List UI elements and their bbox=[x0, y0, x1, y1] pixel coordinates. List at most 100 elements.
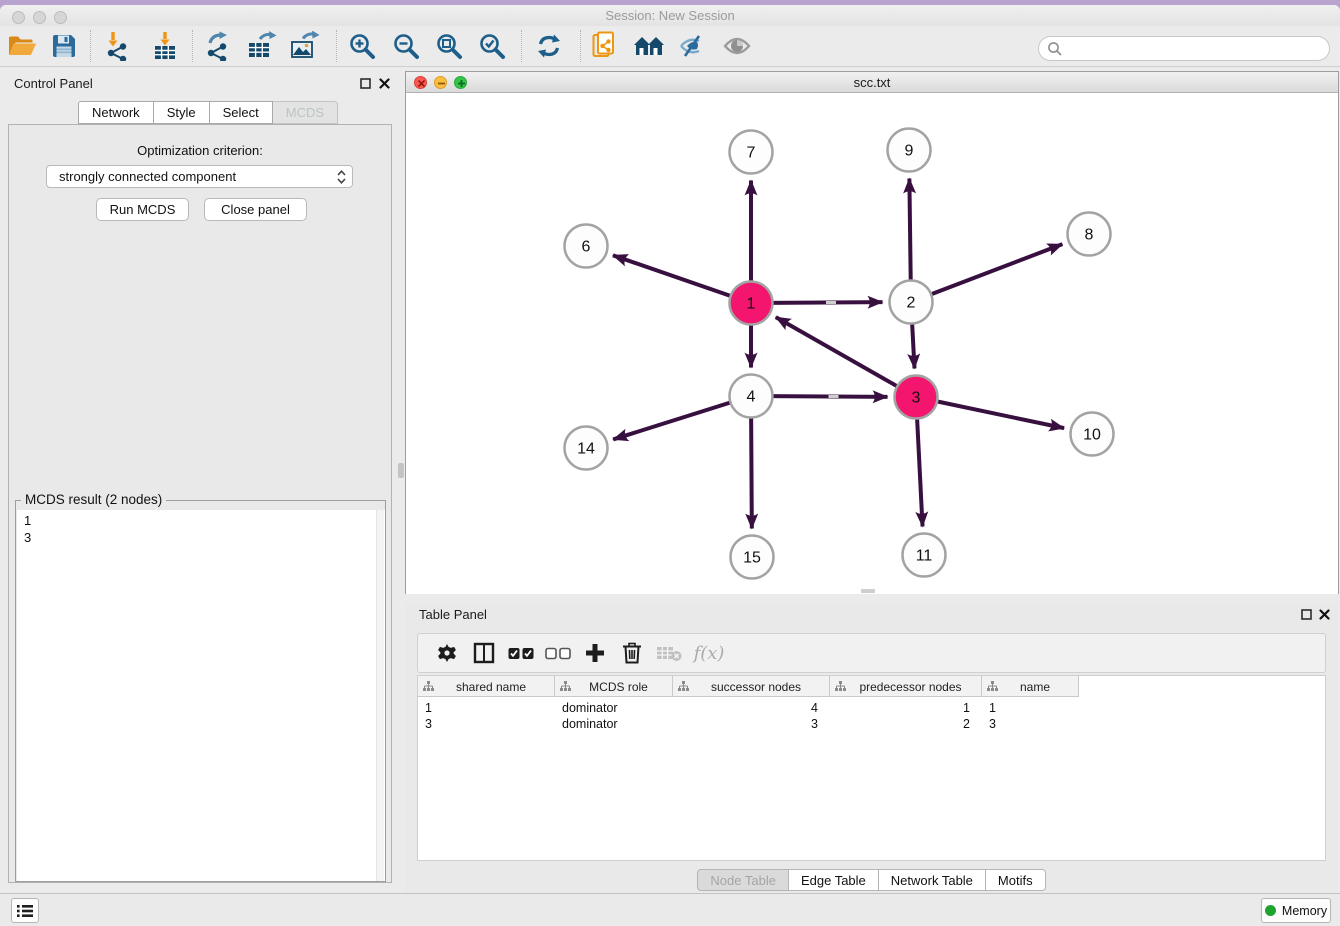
table-cell[interactable]: 1 bbox=[830, 700, 982, 716]
node-label-14: 14 bbox=[577, 441, 595, 458]
edge-2-3[interactable] bbox=[912, 321, 914, 368]
tab-select[interactable]: Select bbox=[210, 101, 273, 124]
table-cell[interactable]: 3 bbox=[982, 716, 1079, 732]
edge-3-11[interactable] bbox=[917, 416, 923, 526]
app-titlebar: Session: New Session bbox=[0, 5, 1340, 26]
close-table-panel-icon[interactable] bbox=[1316, 606, 1332, 622]
column-header-MCDS-role[interactable]: MCDS role bbox=[555, 676, 673, 697]
app-title: Session: New Session bbox=[0, 8, 1340, 23]
node-label-8: 8 bbox=[1085, 227, 1094, 244]
canvas-scroll-thumb[interactable] bbox=[861, 589, 875, 593]
export-network-icon[interactable] bbox=[199, 28, 237, 64]
export-image-icon[interactable] bbox=[286, 28, 324, 64]
edge-3-1[interactable] bbox=[776, 317, 899, 387]
close-panel-icon[interactable] bbox=[376, 75, 392, 91]
table-cell[interactable]: dominator bbox=[555, 716, 673, 732]
select-all-checkboxes-icon[interactable] bbox=[502, 638, 539, 668]
node-table: shared nameMCDS rolesuccessor nodesprede… bbox=[417, 675, 1326, 861]
table-cell[interactable]: 3 bbox=[673, 716, 830, 732]
edge-1-6[interactable] bbox=[613, 255, 733, 296]
edge-2-8[interactable] bbox=[929, 244, 1062, 295]
tab-edge-table[interactable]: Edge Table bbox=[789, 869, 879, 891]
edge-label-mark bbox=[829, 395, 839, 398]
list-icon bbox=[17, 904, 33, 918]
network-from-file-icon[interactable] bbox=[586, 28, 624, 64]
tab-style[interactable]: Style bbox=[154, 101, 210, 124]
home-icon[interactable] bbox=[630, 28, 668, 64]
table-cell[interactable]: 4 bbox=[673, 700, 830, 716]
save-session-icon[interactable] bbox=[45, 28, 83, 64]
node-label-2: 2 bbox=[907, 295, 916, 312]
float-table-panel-icon[interactable] bbox=[1298, 606, 1314, 622]
memory-label: Memory bbox=[1282, 904, 1327, 918]
search-icon bbox=[1047, 41, 1063, 57]
result-scrollbar[interactable] bbox=[376, 510, 384, 881]
add-row-icon[interactable] bbox=[576, 638, 613, 668]
edge-3-10[interactable] bbox=[935, 401, 1064, 428]
memory-button[interactable]: Memory bbox=[1261, 898, 1331, 923]
table-cell[interactable]: 1 bbox=[418, 700, 555, 716]
column-header-name[interactable]: name bbox=[982, 676, 1079, 697]
show-graphics-icon[interactable] bbox=[718, 28, 756, 64]
show-columns-icon[interactable] bbox=[465, 638, 502, 668]
settings-gear-icon[interactable] bbox=[428, 638, 465, 668]
apply-function-icon: f(x) bbox=[687, 638, 731, 668]
tab-network-table[interactable]: Network Table bbox=[879, 869, 986, 891]
mcds-panel: Optimization criterion: strongly connect… bbox=[8, 124, 392, 883]
table-cell[interactable]: dominator bbox=[555, 700, 673, 716]
export-table-icon[interactable] bbox=[243, 28, 281, 64]
tab-node-table[interactable]: Node Table bbox=[697, 869, 789, 891]
edge-2-9[interactable] bbox=[909, 178, 910, 282]
zoom-in-icon[interactable] bbox=[343, 28, 381, 64]
control-panel-header: Control Panel bbox=[0, 71, 400, 97]
status-bar: Memory bbox=[0, 893, 1340, 926]
network-window: scc.txt 7968124314101511 bbox=[405, 71, 1339, 594]
table-toolbar: f(x) bbox=[417, 633, 1326, 673]
table-cell[interactable]: 3 bbox=[418, 716, 555, 732]
fx-label: f(x) bbox=[694, 643, 725, 664]
table-panel: Table Panel bbox=[405, 603, 1338, 894]
network-graph: 7968124314101511 bbox=[406, 94, 1338, 594]
import-table-icon[interactable] bbox=[146, 28, 184, 64]
import-network-icon[interactable] bbox=[99, 28, 137, 64]
node-label-10: 10 bbox=[1083, 427, 1101, 444]
column-header-predecessor-nodes[interactable]: predecessor nodes bbox=[830, 676, 982, 697]
search-input[interactable] bbox=[1038, 36, 1330, 61]
network-window-titlebar: scc.txt bbox=[406, 72, 1338, 93]
zoom-out-icon[interactable] bbox=[387, 28, 425, 64]
memory-status-icon bbox=[1265, 905, 1276, 916]
column-header-successor-nodes[interactable]: successor nodes bbox=[673, 676, 830, 697]
node-label-7: 7 bbox=[747, 145, 756, 162]
zoom-selected-icon[interactable] bbox=[473, 28, 511, 64]
float-panel-icon[interactable] bbox=[357, 75, 373, 91]
table-cell[interactable]: 1 bbox=[982, 700, 1079, 716]
mcds-result-title: MCDS result (2 nodes) bbox=[21, 492, 166, 507]
splitter-handle[interactable] bbox=[398, 463, 404, 478]
tab-motifs[interactable]: Motifs bbox=[986, 869, 1046, 891]
optimization-criterion-select[interactable]: strongly connected component bbox=[46, 165, 353, 188]
zoom-fit-icon[interactable] bbox=[430, 28, 468, 64]
node-label-11: 11 bbox=[916, 548, 933, 565]
edge-4-14[interactable] bbox=[613, 402, 732, 440]
table-tabs: Node TableEdge TableNetwork TableMotifs bbox=[405, 869, 1338, 891]
hide-details-icon[interactable] bbox=[673, 28, 711, 64]
mcds-result-list[interactable]: 1 3 bbox=[17, 510, 385, 881]
node-label-9: 9 bbox=[905, 143, 914, 160]
optimization-criterion-label: Optimization criterion: bbox=[9, 143, 391, 158]
tab-network[interactable]: Network bbox=[78, 101, 154, 124]
run-mcds-button[interactable]: Run MCDS bbox=[96, 198, 189, 221]
network-canvas[interactable]: 7968124314101511 bbox=[406, 94, 1338, 594]
selected-criterion: strongly connected component bbox=[59, 169, 337, 184]
open-session-icon[interactable] bbox=[3, 28, 41, 64]
edge-4-15[interactable] bbox=[751, 415, 752, 528]
table-cell[interactable]: 2 bbox=[830, 716, 982, 732]
node-label-6: 6 bbox=[582, 239, 591, 256]
deselect-all-checkboxes-icon[interactable] bbox=[539, 638, 576, 668]
refresh-styles-icon[interactable] bbox=[530, 28, 568, 64]
task-history-button[interactable] bbox=[11, 898, 39, 923]
run-mcds-label: Run MCDS bbox=[110, 202, 176, 217]
tab-mcds[interactable]: MCDS bbox=[273, 101, 338, 124]
column-header-shared-name[interactable]: shared name bbox=[418, 676, 555, 697]
delete-row-icon[interactable] bbox=[613, 638, 650, 668]
close-panel-button[interactable]: Close panel bbox=[204, 198, 307, 221]
